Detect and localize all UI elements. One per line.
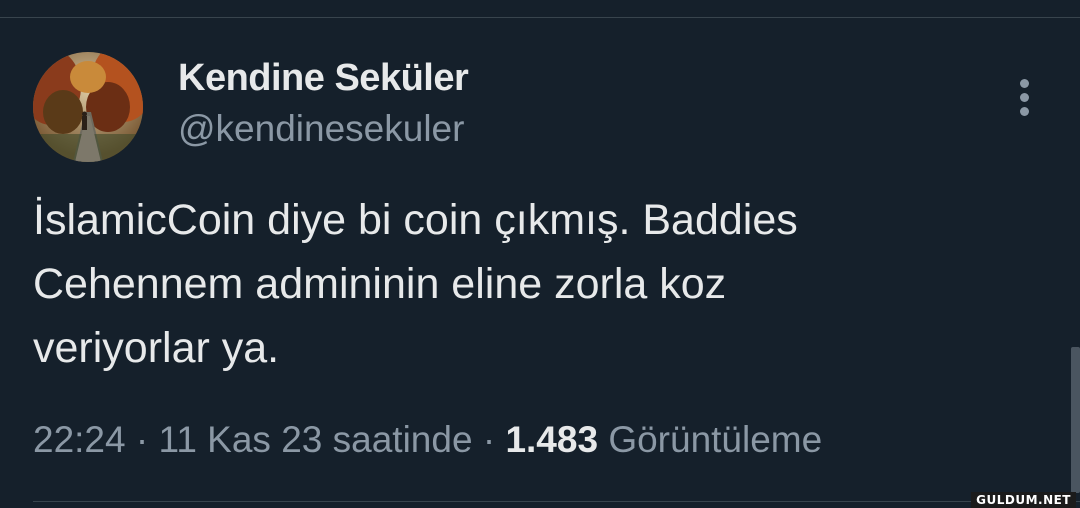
tweet-text: İslamicCoin diye bi coin çıkmış. Baddies… <box>33 188 993 380</box>
more-options-button[interactable] <box>1005 73 1045 121</box>
avatar-image <box>33 52 143 162</box>
tweet-date[interactable]: 11 Kas 23 saatinde <box>158 419 472 460</box>
watermark-logo: GULDUM.NET <box>971 492 1076 508</box>
views-count[interactable]: 1.483 <box>505 419 598 460</box>
user-handle[interactable]: @kendinesekuler <box>178 108 464 150</box>
meta-separator: · <box>125 419 159 460</box>
meta-separator: · <box>472 419 506 460</box>
display-name[interactable]: Kendine Seküler <box>178 57 469 100</box>
avatar[interactable] <box>33 52 143 162</box>
scrollbar[interactable] <box>1071 347 1080 493</box>
tweet-text-line: veriyorlar ya. <box>33 324 280 372</box>
top-divider <box>0 17 1080 18</box>
tweet-text-line: İslamicCoin diye bi coin çıkmış. Baddies <box>33 196 798 244</box>
bottom-divider <box>33 501 1080 502</box>
tweet-meta: 22:24 · 11 Kas 23 saatinde · 1.483 Görün… <box>33 419 822 461</box>
tweet-time[interactable]: 22:24 <box>33 419 126 460</box>
tweet-text-line: Cehennem admininin eline zorla koz <box>33 260 727 308</box>
views-label[interactable]: Görüntüleme <box>608 419 822 460</box>
